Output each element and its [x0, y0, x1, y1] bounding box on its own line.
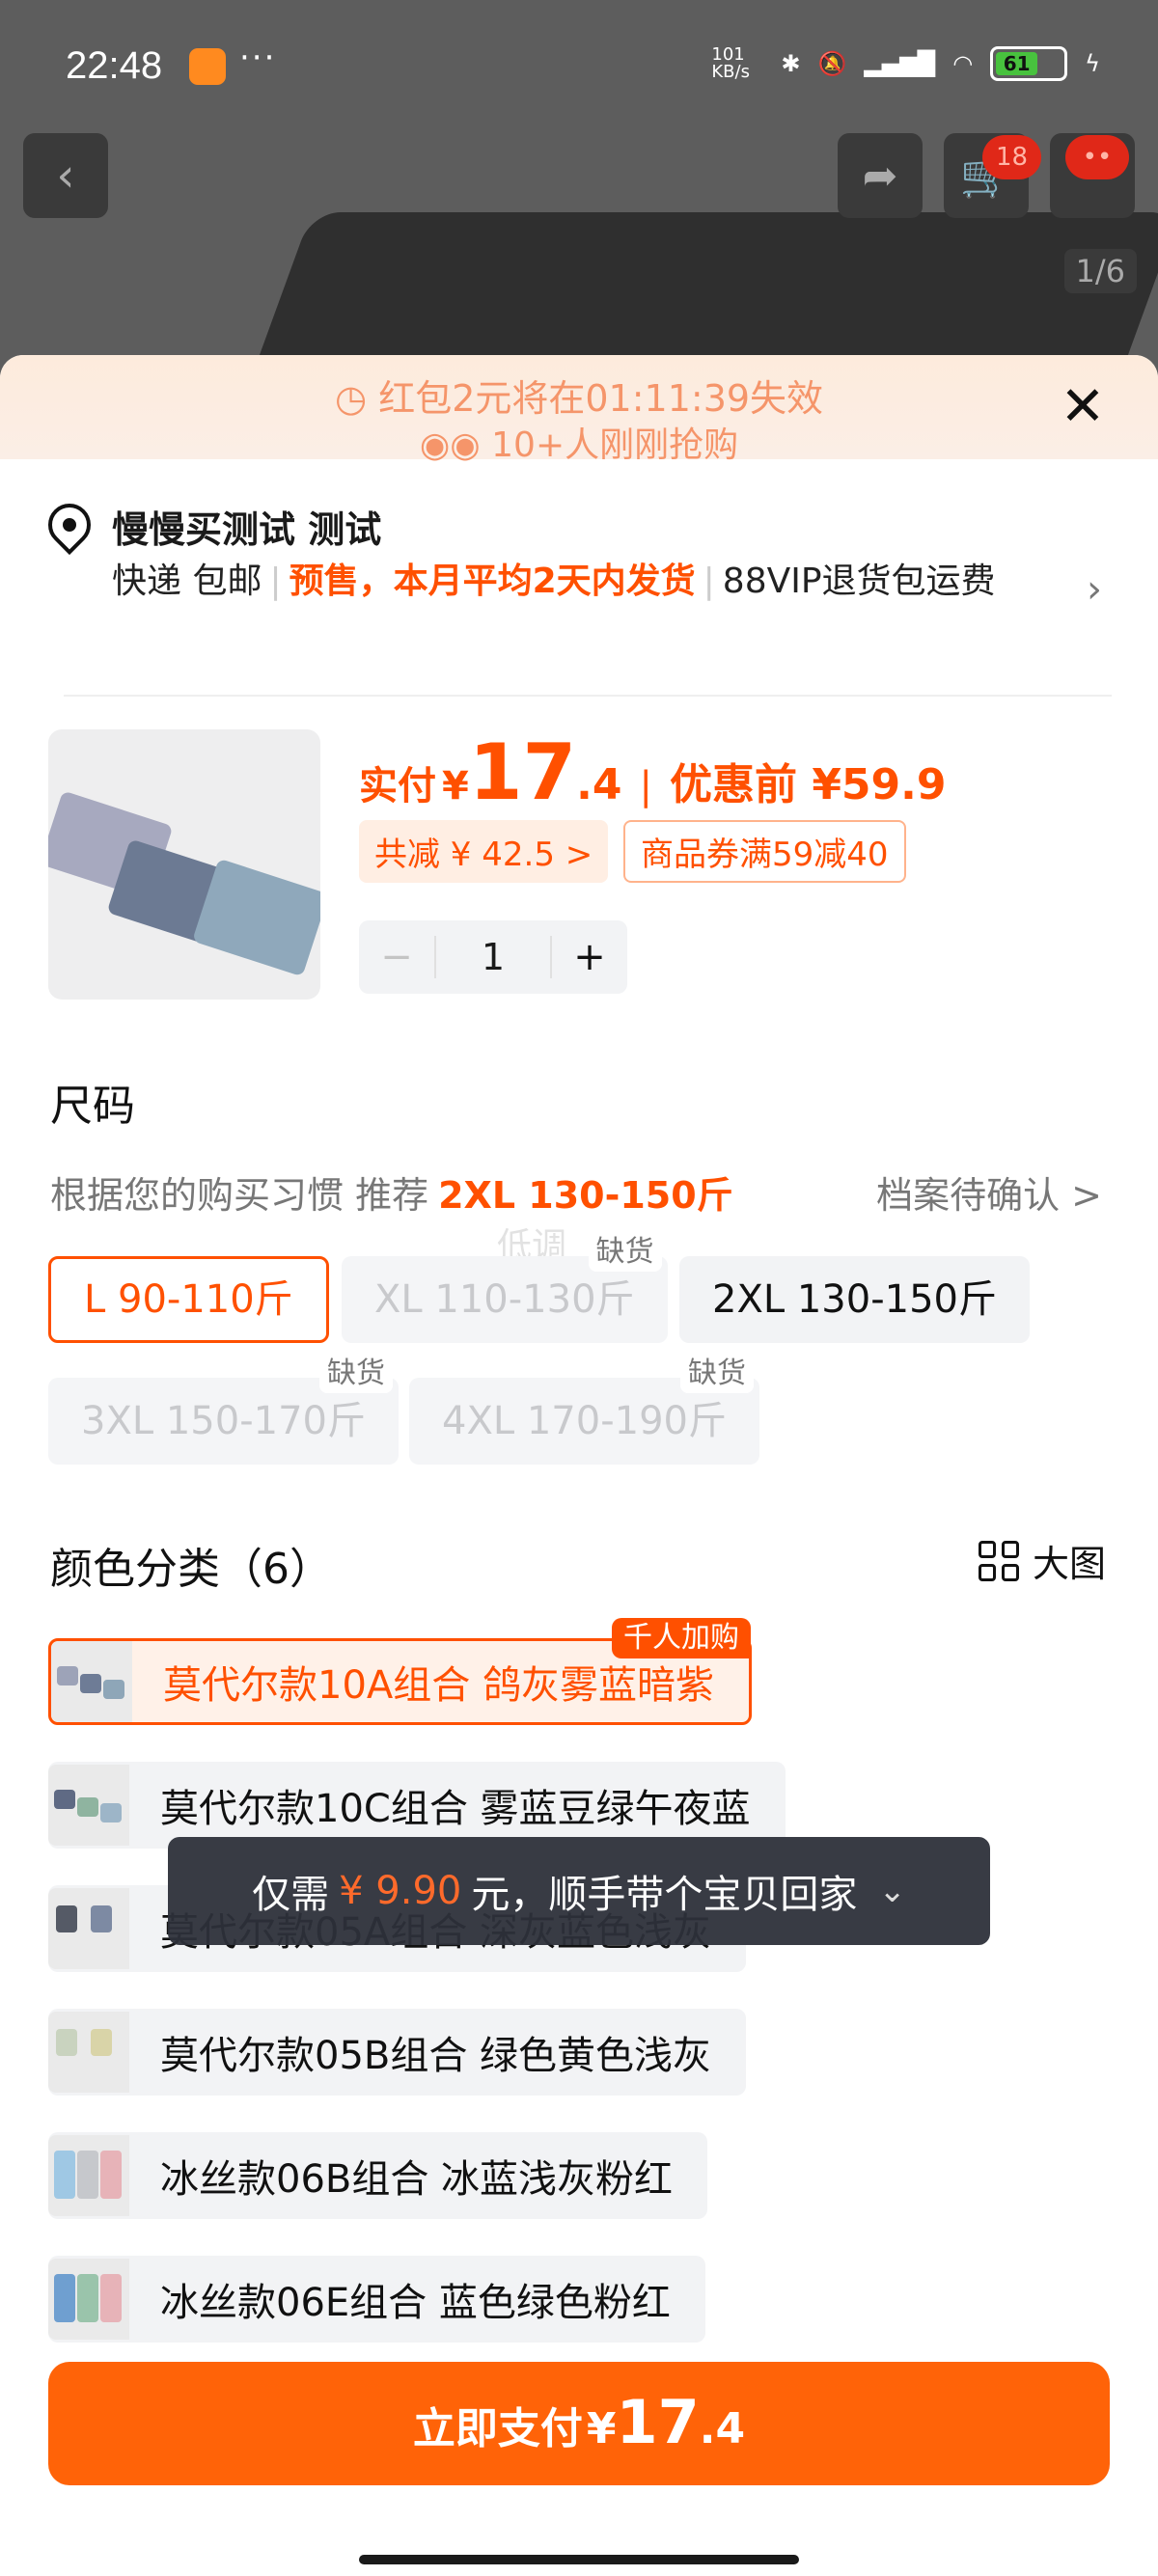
product-thumbnail[interactable] [48, 729, 320, 1000]
wifi-icon: ◠ [952, 50, 974, 77]
profile-link[interactable]: 档案待确认 > [876, 1165, 1102, 1219]
out-of-stock-badge: 缺货 [318, 1355, 393, 1393]
avatar-group: ◉◉ [419, 425, 481, 465]
status-time: 22:48 [66, 44, 163, 87]
signal-icon: ▂▄▆█ [864, 50, 936, 77]
upsell-toast[interactable]: 仅需 ¥ 9.90 元，顺手带个宝贝回家 ⌄ [168, 1837, 990, 1945]
size-title: 尺码 [50, 1082, 135, 1131]
promo-banner: ◷ 红包2元将在01:11:39失效 ◉◉ 10+人刚刚抢购 ✕ [0, 355, 1158, 465]
color-option-05b[interactable]: 莫代尔款05B组合 绿色黄色浅灰 [48, 2009, 747, 2096]
battery-level: 61 [996, 52, 1038, 75]
pay-label: 实付 [359, 764, 436, 808]
cart-count-badge: 18 [982, 135, 1042, 179]
color-thumbnail [48, 2012, 129, 2093]
quantity-value[interactable]: 1 [434, 936, 552, 978]
size-option-3xl[interactable]: 3XL 150-170斤 缺货 [48, 1355, 399, 1465]
divider [64, 695, 1112, 697]
more-notifications-icon: ··· [239, 39, 277, 77]
price-separator: | [639, 764, 652, 808]
price-row: 实付 ¥ 17 .4 | 优惠前 ¥59.9 [359, 727, 947, 817]
share-button[interactable]: ➦ [838, 133, 923, 218]
color-thumbnail [48, 1888, 129, 1969]
promo-countdown: ◷ 红包2元将在01:11:39失效 [334, 377, 824, 420]
out-of-stock-badge: 缺货 [588, 1233, 662, 1272]
size-option-xl[interactable]: XL 110-130斤 缺货 [342, 1233, 668, 1343]
price-decimal: .4 [576, 760, 622, 809]
status-bar: 22:48 ··· 101 KB/s ✱ 🔕 ▂▄▆█ ◠ 61 ϟ [0, 0, 1158, 135]
net-speed: 101 KB/s [711, 44, 750, 82]
color-option-10a[interactable]: 莫代尔款10A组合 鸽灰雾蓝暗紫 千人加购 [48, 1618, 752, 1725]
quantity-stepper: − 1 + [359, 920, 627, 994]
close-icon: ✕ [1060, 375, 1106, 438]
size-recommendation: 根据您的购买习惯 推荐 2XL 130-150斤 档案待确认 > [50, 1165, 1102, 1219]
size-option-2xl[interactable]: 2XL 130-150斤 [679, 1256, 1030, 1343]
chevron-down-icon: ⌄ [878, 1872, 906, 1910]
share-icon: ➦ [862, 151, 898, 201]
chevron-right-icon: › [1087, 567, 1102, 612]
out-of-stock-badge: 缺货 [679, 1355, 754, 1393]
image-index: 1/6 [1063, 249, 1137, 293]
color-thumbnail [51, 1641, 132, 1722]
address-name: 慢慢买测试 测试 [112, 508, 382, 551]
charging-icon: ϟ [1085, 50, 1100, 77]
size-option-4xl[interactable]: 4XL 170-190斤 缺货 [409, 1355, 759, 1465]
discount-tag[interactable]: 共减 ¥ 42.5 > [359, 820, 609, 883]
bluetooth-icon: ✱ [781, 50, 801, 77]
coupon-tag: 商品券满59减40 [623, 820, 906, 883]
back-button[interactable]: ‹ [23, 133, 108, 218]
color-thumbnail [48, 2135, 129, 2216]
color-thumbnail [48, 1765, 129, 1846]
color-title: 颜色分类（6） [50, 1545, 332, 1594]
close-button[interactable]: ✕ [1056, 380, 1110, 434]
color-option-06e[interactable]: 冰丝款06E组合 蓝色绿色粉红 [48, 2256, 705, 2343]
status-icons: 101 KB/s ✱ 🔕 ▂▄▆█ ◠ 61 ϟ [711, 46, 1100, 81]
hot-badge: 千人加购 [611, 1618, 751, 1658]
original-price: 优惠前 ¥59.9 [670, 760, 947, 809]
pay-now-button[interactable]: 立即支付 ¥ 17 .4 [48, 2362, 1110, 2485]
upsell-price: ¥ 9.90 [339, 1869, 462, 1913]
mute-icon: 🔕 [817, 50, 847, 77]
price-integer: 17 [468, 727, 577, 817]
quantity-minus-button[interactable]: − [359, 935, 434, 979]
quantity-plus-button[interactable]: + [552, 935, 627, 979]
clock-icon: ◷ [334, 377, 368, 420]
currency-symbol: ¥ [442, 764, 469, 808]
shipping-info: 快递 包邮 | 预售，本月平均2天内发货 | 88VIP退货包运费 [112, 562, 996, 601]
message-badge: •• [1065, 135, 1129, 179]
promo-crowd: ◉◉ 10+人刚刚抢购 [419, 425, 739, 465]
color-option-06b[interactable]: 冰丝款06B组合 冰蓝浅灰粉红 [48, 2132, 708, 2219]
location-pin-icon [39, 494, 100, 556]
grid-icon [978, 1540, 1019, 1581]
sku-sheet: ◷ 红包2元将在01:11:39失效 ◉◉ 10+人刚刚抢购 ✕ 慢慢买测试 测… [0, 355, 1158, 2576]
battery-icon: 61 [990, 46, 1068, 81]
chevron-left-icon: ‹ [56, 149, 75, 203]
color-thumbnail [48, 2259, 129, 2340]
home-indicator[interactable] [359, 2555, 799, 2564]
app-notification-icon [189, 48, 226, 85]
recommended-size: 2XL 130-150斤 [438, 1174, 733, 1217]
color-option-10c[interactable]: 莫代尔款10C组合 雾蓝豆绿午夜蓝 [48, 1762, 786, 1849]
big-view-toggle[interactable]: 大图 [978, 1534, 1106, 1587]
size-option-l[interactable]: L 90-110斤 [48, 1256, 329, 1343]
